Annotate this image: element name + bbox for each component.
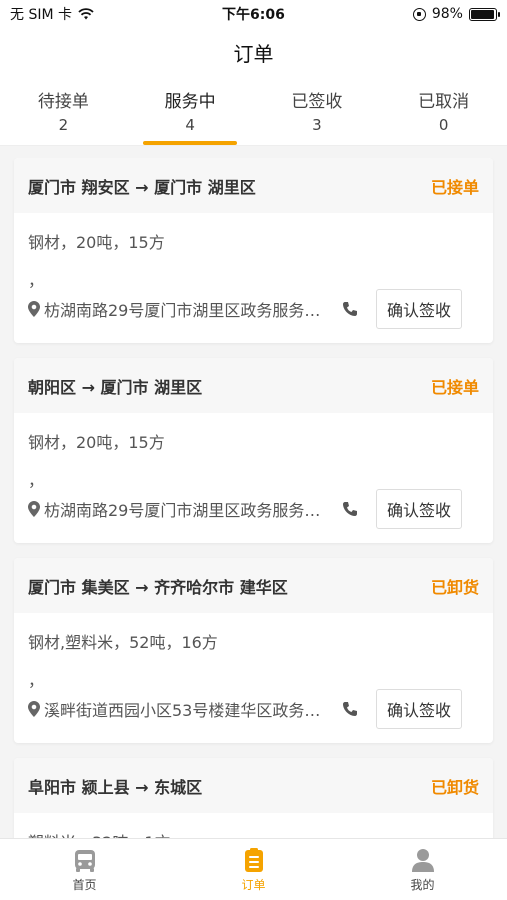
phone-icon[interactable]: [342, 301, 358, 317]
confirm-sign-button[interactable]: 确认签收: [376, 689, 463, 729]
tab-count: 2: [58, 116, 69, 134]
order-route: 朝阳区 → 厦门市 湖里区: [28, 377, 203, 397]
tabbar-home[interactable]: 首页: [0, 839, 169, 900]
tab-in-service[interactable]: 服务中 4: [127, 76, 254, 145]
tab-count: 0: [438, 116, 449, 134]
carrier-label: 无 SIM 卡: [10, 7, 72, 23]
order-card[interactable]: 阜阳市 颍上县 → 东城区 已卸货 塑料米，32吨，1方: [14, 758, 493, 840]
rotation-lock-icon: [412, 7, 426, 21]
home-icon: [74, 850, 95, 872]
profile-icon: [411, 849, 434, 872]
tab-label: 已签收: [291, 92, 343, 112]
bottom-tab-bar: 首页 订单 我的: [0, 838, 507, 900]
order-card[interactable]: 厦门市 集美区 → 齐齐哈尔市 建华区 已卸货 钢材,塑料米，52吨，16方 ，…: [14, 558, 493, 743]
order-header: 阜阳市 颍上县 → 东城区 已卸货: [14, 758, 493, 813]
tab-cancelled[interactable]: 已取消 0: [380, 76, 507, 145]
tab-label: 服务中: [164, 92, 216, 112]
order-tabs: 待接单 2 服务中 4 已签收 3 已取消 0: [0, 76, 507, 146]
order-extra: ，: [28, 671, 45, 690]
order-route: 厦门市 翔安区 → 厦门市 湖里区: [28, 177, 256, 197]
phone-icon[interactable]: [342, 701, 358, 717]
order-header: 厦门市 集美区 → 齐齐哈尔市 建华区 已卸货: [14, 558, 493, 613]
order-route: 阜阳市 颍上县 → 东城区: [28, 777, 203, 797]
tab-count: 3: [312, 116, 322, 134]
location-pin-icon: [28, 501, 40, 517]
tabbar-label: 我的: [410, 878, 435, 892]
order-header: 厦门市 翔安区 → 厦门市 湖里区 已接单: [14, 158, 493, 213]
confirm-sign-button[interactable]: 确认签收: [376, 289, 463, 329]
order-cargo: 钢材，20吨，15方: [28, 433, 165, 452]
order-cargo: 钢材,塑料米，52吨，16方: [28, 633, 218, 652]
order-status: 已卸货: [430, 777, 479, 797]
nav-bar: 订单: [0, 28, 507, 76]
order-status: 已卸货: [430, 577, 479, 597]
order-address: 枋湖南路29号厦门市湖里区政务服务中心: [44, 301, 324, 320]
order-card[interactable]: 厦门市 翔安区 → 厦门市 湖里区 已接单 钢材，20吨，15方 ， 枋湖南路2…: [14, 158, 493, 343]
page-title: 订单: [233, 41, 274, 66]
order-status: 已接单: [430, 377, 479, 397]
order-route: 厦门市 集美区 → 齐齐哈尔市 建华区: [28, 577, 288, 597]
order-list[interactable]: 厦门市 翔安区 → 厦门市 湖里区 已接单 钢材，20吨，15方 ， 枋湖南路2…: [0, 158, 507, 840]
tab-label: 已取消: [418, 92, 470, 112]
phone-icon[interactable]: [342, 501, 358, 517]
tab-count: 4: [185, 116, 195, 134]
battery-percent: 98%: [431, 6, 463, 22]
tabbar-orders[interactable]: 订单: [169, 839, 338, 900]
order-address: 溪畔街道西园小区53号楼建华区政务中心: [44, 701, 324, 720]
order-header: 朝阳区 → 厦门市 湖里区 已接单: [14, 358, 493, 413]
tabbar-label: 首页: [72, 878, 97, 892]
order-extra: ，: [28, 271, 45, 290]
order-cargo: 钢材，20吨，15方: [28, 233, 165, 252]
tab-label: 待接单: [37, 92, 89, 112]
order-address: 枋湖南路29号厦门市湖里区政务服务中心: [44, 501, 324, 520]
tabbar-profile[interactable]: 我的: [338, 839, 507, 900]
wifi-icon: [78, 8, 94, 20]
order-icon: [244, 848, 263, 872]
tabbar-label: 订单: [241, 878, 266, 892]
battery-icon: [468, 7, 500, 21]
order-extra: ，: [28, 471, 45, 490]
tab-pending[interactable]: 待接单 2: [0, 76, 127, 145]
status-bar: 无 SIM 卡 下午6:06 98%: [0, 0, 507, 28]
order-status: 已接单: [430, 177, 479, 197]
order-card[interactable]: 朝阳区 → 厦门市 湖里区 已接单 钢材，20吨，15方 ， 枋湖南路29号厦门…: [14, 358, 493, 543]
tab-signed[interactable]: 已签收 3: [254, 76, 381, 145]
location-pin-icon: [28, 701, 40, 717]
confirm-sign-button[interactable]: 确认签收: [376, 489, 463, 529]
location-pin-icon: [28, 301, 40, 317]
clock: 下午6:06: [222, 7, 285, 23]
